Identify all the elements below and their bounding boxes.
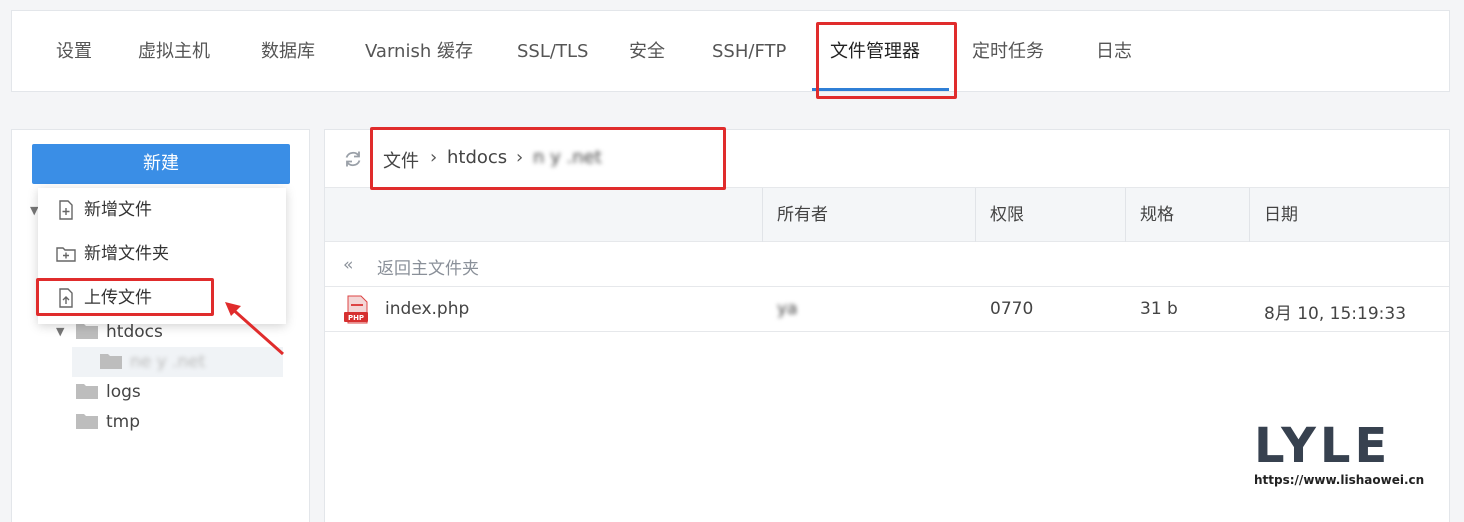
tree-item-logs[interactable]: logs [76, 378, 141, 406]
folder-icon [76, 383, 98, 399]
column-name[interactable] [325, 188, 762, 242]
breadcrumb-chevron-icon: › [516, 147, 524, 168]
tree-caret-down-icon[interactable]: ▼ [56, 325, 64, 338]
tab-security[interactable]: 安全 [629, 11, 665, 91]
menu-item-label: 新增文件夹 [84, 244, 169, 264]
column-size[interactable]: 规格 [1125, 188, 1249, 242]
table-header: 所有者 权限 规格 日期 [325, 188, 1449, 242]
file-upload-icon [59, 288, 73, 308]
breadcrumb-item-files[interactable]: 文件 [383, 147, 419, 173]
tree-item-site[interactable]: ne y .net [100, 348, 205, 376]
breadcrumb: 文件 › htdocs › n y .net [325, 130, 1449, 188]
double-chevron-left-icon: « [343, 255, 354, 275]
watermark-logo: LYLE [1254, 420, 1391, 468]
column-date[interactable]: 日期 [1249, 188, 1449, 242]
tab-varnish-cache[interactable]: Varnish 缓存 [365, 11, 473, 91]
annotation-arrow-icon [225, 302, 284, 356]
menu-item-new-folder[interactable]: 新增文件夹 [38, 232, 286, 276]
column-owner[interactable]: 所有者 [762, 188, 975, 242]
back-label: 返回主文件夹 [377, 259, 479, 279]
menu-item-label: 上传文件 [84, 288, 152, 308]
back-to-home-row[interactable]: « 返回主文件夹 [325, 242, 1449, 287]
watermark-url: https://www.lishaowei.cn [1254, 473, 1425, 487]
tab-file-manager[interactable]: 文件管理器 [830, 11, 920, 91]
tab-virtual-hosts[interactable]: 虚拟主机 [138, 11, 210, 91]
file-plus-icon [59, 200, 73, 220]
menu-item-new-file[interactable]: 新增文件 [38, 188, 286, 232]
breadcrumb-item-htdocs[interactable]: htdocs [447, 147, 507, 168]
file-size: 31 b [1140, 299, 1178, 319]
breadcrumb-chevron-icon: › [430, 147, 438, 168]
tree-item-label: ne y .net [130, 352, 206, 372]
menu-item-label: 新增文件 [84, 200, 152, 220]
svg-text:LYLE: LYLE [1254, 420, 1391, 468]
tree-item-label: htdocs [106, 322, 163, 342]
folder-icon [76, 323, 98, 339]
column-permission[interactable]: 权限 [975, 188, 1125, 242]
folder-plus-icon [56, 247, 76, 262]
tab-ssl-tls[interactable]: SSL/TLS [517, 11, 588, 91]
tab-databases[interactable]: 数据库 [261, 11, 315, 91]
file-owner: ya [777, 299, 798, 319]
tab-ssh-ftp[interactable]: SSH/FTP [712, 11, 786, 91]
breadcrumb-item-site[interactable]: n y .net [533, 147, 602, 168]
top-nav: 设置 虚拟主机 数据库 Varnish 缓存 SSL/TLS 安全 SSH/FT… [11, 10, 1450, 92]
tab-logs[interactable]: 日志 [1096, 11, 1132, 91]
table-row[interactable]: PHP index.php ya 0770 31 b 8月 10, 15:19:… [325, 287, 1449, 332]
tab-cron-jobs[interactable]: 定时任务 [972, 11, 1044, 91]
php-icon-text: PHP [348, 314, 364, 322]
file-date: 8月 10, 15:19:33 [1264, 304, 1407, 324]
tab-settings[interactable]: 设置 [56, 11, 92, 91]
refresh-icon[interactable] [343, 149, 363, 169]
tree-item-label: tmp [106, 412, 141, 432]
file-name[interactable]: index.php [385, 299, 469, 319]
php-file-icon: PHP [344, 295, 368, 324]
folder-icon [100, 353, 122, 369]
file-permission: 0770 [990, 299, 1034, 319]
active-tab-indicator [812, 88, 949, 91]
tree-item-tmp[interactable]: tmp [76, 408, 140, 436]
new-button[interactable]: 新建 [32, 144, 290, 184]
tree-item-label: logs [106, 382, 141, 402]
folder-icon [76, 413, 98, 429]
